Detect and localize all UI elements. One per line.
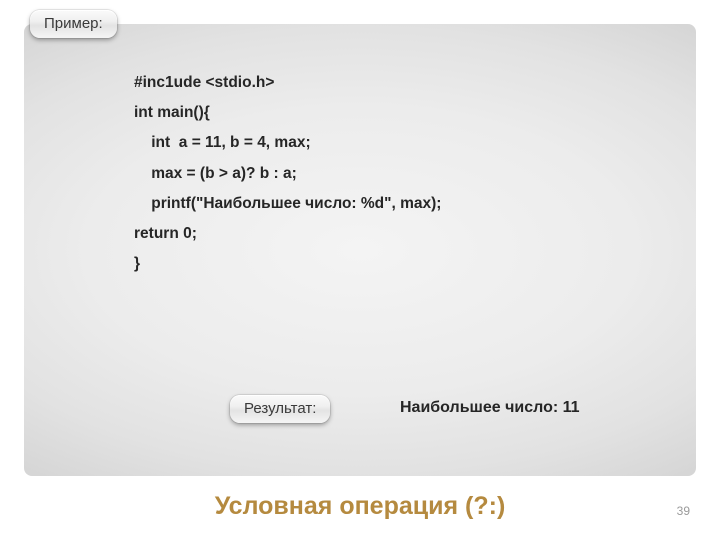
example-label-text: Пример: [44,15,103,32]
page-number: 39 [677,504,690,518]
code-line-7: } [134,255,140,272]
code-line-5: printf("Наибольшее число: %d", max); [134,195,441,212]
code-line-3: int a = 11, b = 4, max; [134,134,311,151]
program-output: Наибольшее число: 11 [400,399,580,417]
result-label-text: Результат: [244,400,316,417]
slide-title: Условная операция (?:) [0,492,720,521]
result-label-pill: Результат: [230,395,330,423]
code-line-6: return 0; [134,225,197,242]
example-label-pill: Пример: [30,10,117,38]
code-block: #inc1ude <stdio.h> int main(){ int a = 1… [134,68,654,280]
code-line-2: int main(){ [134,104,210,121]
code-line-4: max = (b > a)? b : a; [134,165,297,182]
code-line-1: #inc1ude <stdio.h> [134,74,274,91]
